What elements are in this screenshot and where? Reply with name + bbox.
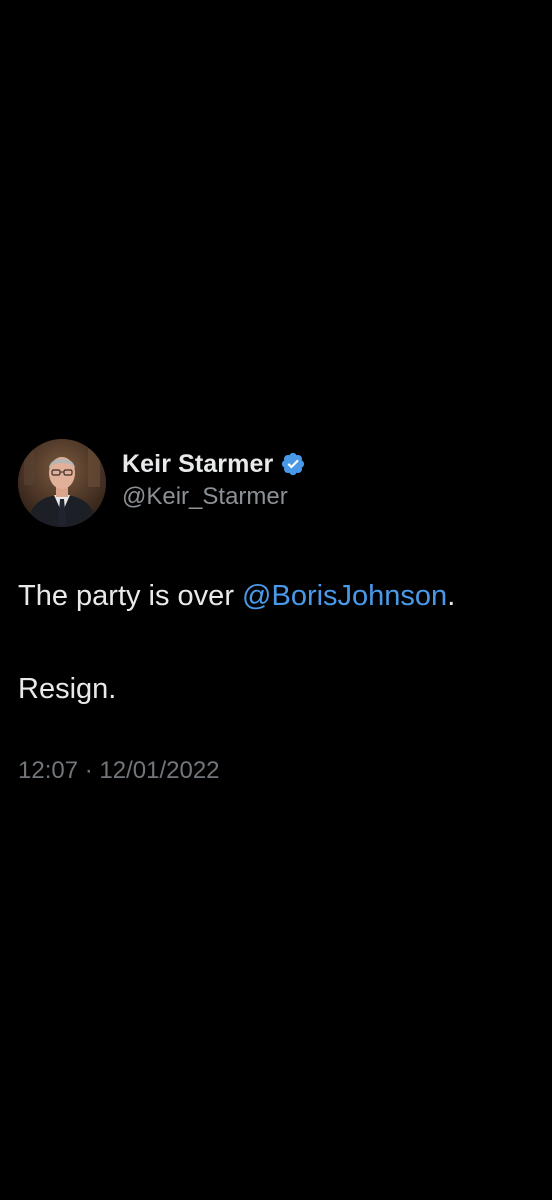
verified-badge-icon [282, 452, 305, 476]
tweet-text-prefix: The party is over [18, 580, 243, 612]
name-row: Keir Starmer [122, 450, 306, 479]
tweet-author[interactable]: Keir Starmer @Keir_Starmer [18, 438, 538, 528]
tweet-text-suffix: . [447, 580, 456, 612]
tweet-timestamp[interactable]: 12:07 · 12/01/2022 [18, 757, 538, 785]
timestamp-separator: · [78, 757, 100, 784]
author-names: Keir Starmer @Keir_Starmer [122, 450, 306, 511]
tweet-line-1: The party is over @BorisJohnson. [18, 578, 538, 614]
display-name[interactable]: Keir Starmer [122, 450, 273, 479]
tweet-text: The party is over @BorisJohnson. Resign. [18, 578, 538, 707]
tweet-date: 12/01/2022 [99, 757, 220, 784]
tweet-line-2: Resign. [18, 673, 117, 705]
author-handle[interactable]: @Keir_Starmer [122, 483, 306, 511]
avatar-photo [18, 439, 106, 527]
tweet: Keir Starmer @Keir_Starmer The party is … [18, 438, 538, 785]
mention-link[interactable]: @BorisJohnson [242, 580, 447, 612]
tweet-time: 12:07 [18, 757, 79, 784]
avatar[interactable] [18, 439, 106, 527]
